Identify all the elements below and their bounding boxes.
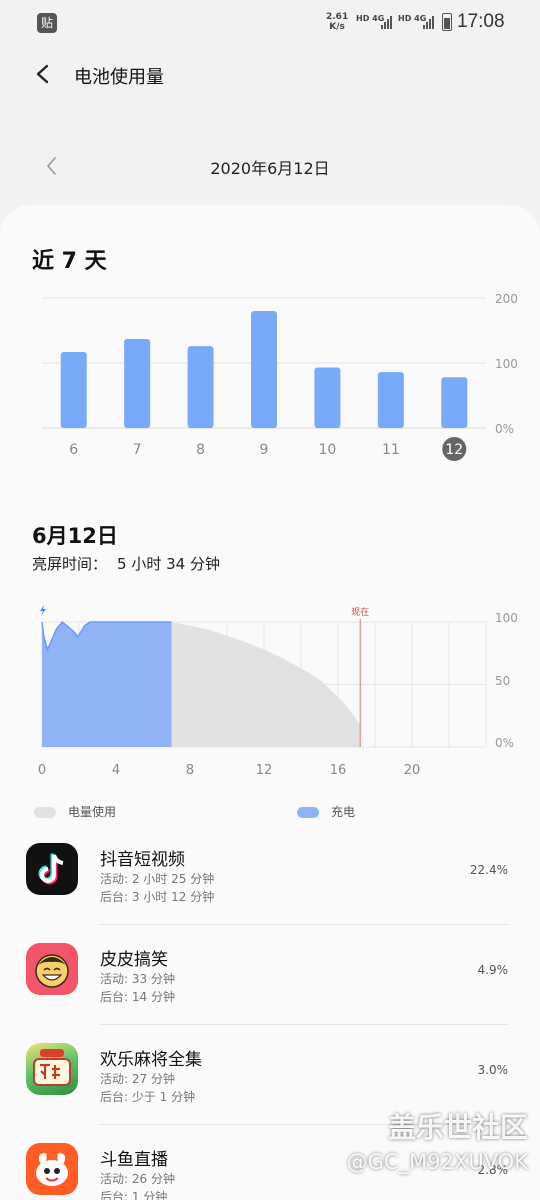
status-time: 17:08 (457, 11, 505, 32)
screen-time-value: 5 小时 34 分钟 (117, 555, 220, 573)
app-usage-list: 抖音短视频 活动: 2 小时 25 分钟 后台: 3 小时 12 分钟 22.4… (0, 825, 540, 1200)
weekly-ytick-200: 200 (495, 292, 518, 306)
app-active-time: 活动: 2 小时 25 分钟 (100, 872, 215, 886)
bar-day-8[interactable] (187, 346, 214, 428)
app-name: 斗鱼直播 (100, 1150, 168, 1170)
app-background-time: 后台: 14 分钟 (100, 990, 175, 1004)
daily-ytick-100: 100 (495, 611, 518, 625)
current-date: 2020年6月12日 (210, 159, 330, 178)
x-label-hour-20: 20 (404, 763, 421, 778)
legend-charging-swatch (297, 807, 319, 818)
daily-ytick-0: 0% (495, 736, 514, 750)
x-label-day-7[interactable]: 7 (133, 442, 142, 458)
weekly-x-labels: 6 7 8 9 10 11 12 (69, 437, 467, 461)
app-row-douyu[interactable]: 斗鱼直播 活动: 26 分钟 后台: 1 分钟 2.8% (0, 1125, 540, 1200)
app-row-douyin[interactable]: 抖音短视频 活动: 2 小时 25 分钟 后台: 3 小时 12 分钟 22.4… (0, 825, 540, 925)
x-label-hour-16: 16 (330, 763, 347, 778)
day-title: 6月12日 (32, 524, 118, 548)
app-row-pipi[interactable]: 皮皮搞笑 活动: 33 分钟 后台: 14 分钟 4.9% (0, 925, 540, 1025)
app-usage-percent: 2.8% (477, 1163, 509, 1177)
signal-icon (423, 15, 435, 29)
signal-icon (381, 15, 393, 29)
x-label-hour-0: 0 (38, 763, 46, 778)
daily-x-labels: 0 4 8 12 16 20 (38, 763, 420, 778)
header: 电池使用量 (0, 50, 540, 98)
x-label-day-9[interactable]: 9 (260, 442, 269, 458)
date-navigator: 2020年6月12日 (0, 146, 540, 186)
weekly-ytick-0: 0% (495, 422, 514, 436)
app-usage-percent: 4.9% (477, 963, 509, 977)
legend-usage-swatch (34, 807, 56, 818)
network-speed: 2.61 K/s (326, 12, 348, 32)
bar-day-10[interactable] (314, 367, 341, 428)
bar-day-12[interactable] (441, 377, 468, 428)
app-name: 欢乐麻将全集 (100, 1050, 202, 1070)
x-label-hour-12: 12 (256, 763, 273, 778)
screen-time-label: 亮屏时间： (32, 555, 108, 573)
app-background-time: 后台: 3 小时 12 分钟 (100, 890, 215, 904)
back-arrow-icon[interactable] (34, 64, 52, 84)
charging-bolt-icon (40, 605, 46, 616)
app-background-time: 后台: 1 分钟 (100, 1190, 168, 1200)
bar-day-7[interactable] (124, 338, 151, 428)
x-label-hour-8: 8 (186, 763, 194, 778)
app-usage-percent: 3.0% (477, 1063, 509, 1077)
x-label-day-12[interactable]: 12 (445, 442, 463, 458)
status-bar: 贴 2.61 K/s HD 4G HD 4G 17:08 (0, 0, 540, 44)
pipi-icon (26, 943, 78, 995)
weekly-ytick-100: 100 (495, 357, 518, 371)
legend-usage: 电量使用 (34, 803, 116, 820)
bar-day-6[interactable] (60, 351, 87, 428)
network-speed-unit: K/s (329, 22, 345, 32)
legend-charging-label: 充电 (331, 805, 356, 819)
mahjong-icon (26, 1043, 78, 1095)
douyu-icon (26, 1143, 78, 1195)
daily-ytick-50: 50 (495, 674, 510, 688)
bar-day-11[interactable] (377, 372, 404, 428)
legend-usage-label: 电量使用 (68, 805, 117, 819)
x-label-day-11[interactable]: 11 (382, 442, 400, 458)
app-active-time: 活动: 33 分钟 (100, 972, 175, 986)
x-label-day-10[interactable]: 10 (319, 442, 337, 458)
bar-day-9[interactable] (251, 311, 277, 428)
x-label-day-6[interactable]: 6 (69, 442, 78, 458)
notification-icon: 贴 (37, 13, 57, 33)
douyin-icon (26, 843, 78, 895)
app-name: 皮皮搞笑 (100, 950, 168, 970)
now-label: 现在 (351, 606, 369, 618)
app-active-time: 活动: 26 分钟 (100, 1172, 175, 1186)
weekly-bars (60, 311, 468, 428)
legend-charging: 充电 (297, 803, 355, 820)
x-label-hour-4: 4 (112, 763, 120, 778)
network-speed-value: 2.61 (326, 12, 349, 22)
app-row-mahjong[interactable]: 欢乐麻将全集 活动: 27 分钟 后台: 少于 1 分钟 3.0% (0, 1025, 540, 1125)
charge-area (42, 622, 172, 747)
weekly-bar-chart: 200 100 0% 6 7 8 9 10 11 12 (42, 292, 518, 461)
page-title: 电池使用量 (74, 67, 164, 88)
weekly-title: 近 7 天 (32, 249, 107, 274)
usage-card: 近 7 天 200 100 0% 6 7 8 9 10 11 12 6月12日 亮屏时间： 5… (0, 205, 540, 1200)
app-usage-percent: 22.4% (469, 863, 508, 877)
app-name: 抖音短视频 (100, 850, 185, 870)
x-label-day-8[interactable]: 8 (196, 442, 205, 458)
screen-time: 亮屏时间： 5 小时 34 分钟 (32, 553, 220, 574)
daily-battery-chart: 现在 100 50 0% 0 4 8 12 16 20 (38, 605, 518, 778)
app-background-time: 后台: 少于 1 分钟 (100, 1090, 196, 1104)
battery-icon (442, 13, 452, 31)
app-active-time: 活动: 27 分钟 (100, 1072, 175, 1086)
